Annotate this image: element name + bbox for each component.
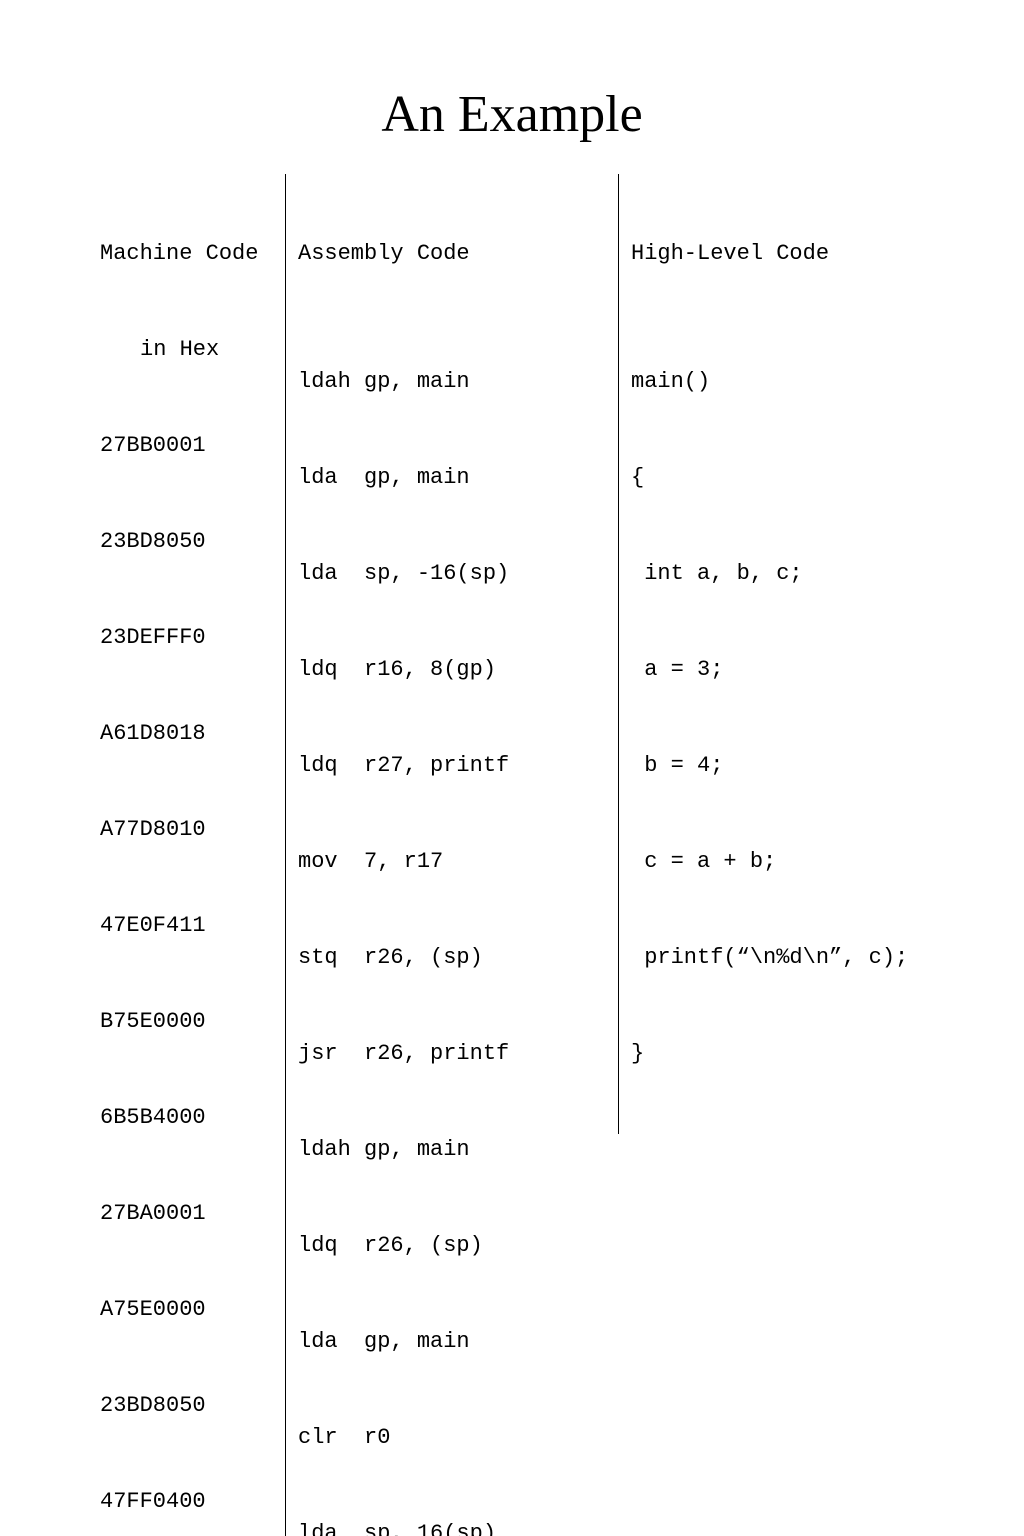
code-columns: Machine Code in Hex 27BB0001 23BD8050 23… xyxy=(0,174,1024,1536)
hex-line: 27BB0001 xyxy=(100,430,285,462)
hex-line: 27BA0001 xyxy=(100,1198,285,1230)
hex-line: 23BD8050 xyxy=(100,1390,285,1422)
c-line: b = 4; xyxy=(631,750,961,782)
hex-line: A75E0000 xyxy=(100,1294,285,1326)
col1-header: Machine Code xyxy=(100,238,285,270)
hex-line: B75E0000 xyxy=(100,1006,285,1038)
c-line: c = a + b; xyxy=(631,846,961,878)
asm-line: ldq r27, printf xyxy=(298,750,618,782)
c-line: int a, b, c; xyxy=(631,558,961,590)
hex-line: 47FF0400 xyxy=(100,1486,285,1518)
c-line: printf(“\n%d\n”, c); xyxy=(631,942,961,974)
col2-header: Assembly Code xyxy=(298,238,618,270)
asm-line: clr r0 xyxy=(298,1422,618,1454)
hex-line: 23BD8050 xyxy=(100,526,285,558)
slide-title: An Example xyxy=(0,85,1024,144)
asm-line: ldq r26, (sp) xyxy=(298,1230,618,1262)
col1-subheader: in Hex xyxy=(100,334,285,366)
asm-line: stq r26, (sp) xyxy=(298,942,618,974)
column-machine-code: Machine Code in Hex 27BB0001 23BD8050 23… xyxy=(100,174,285,1536)
asm-line: lda gp, main xyxy=(298,462,618,494)
column-assembly-code: Assembly Code ldah gp, main lda gp, main… xyxy=(285,174,618,1536)
hex-line: A61D8018 xyxy=(100,718,285,750)
asm-line: lda sp, -16(sp) xyxy=(298,558,618,590)
column-high-level-code: High-Level Code main() { int a, b, c; a … xyxy=(618,174,961,1134)
hex-line: 23DEFFF0 xyxy=(100,622,285,654)
asm-line: ldah gp, main xyxy=(298,366,618,398)
hex-line: 47E0F411 xyxy=(100,910,285,942)
asm-line: mov 7, r17 xyxy=(298,846,618,878)
c-line: main() xyxy=(631,366,961,398)
asm-line: ldq r16, 8(gp) xyxy=(298,654,618,686)
c-line: { xyxy=(631,462,961,494)
hex-line: 6B5B4000 xyxy=(100,1102,285,1134)
c-line: a = 3; xyxy=(631,654,961,686)
col3-header: High-Level Code xyxy=(631,238,961,270)
asm-line: ldah gp, main xyxy=(298,1134,618,1166)
asm-line: lda gp, main xyxy=(298,1326,618,1358)
slide: An Example Machine Code in Hex 27BB0001 … xyxy=(0,0,1024,768)
asm-line: jsr r26, printf xyxy=(298,1038,618,1070)
c-line: } xyxy=(631,1038,961,1070)
hex-line: A77D8010 xyxy=(100,814,285,846)
asm-line: lda sp, 16(sp) xyxy=(298,1518,618,1536)
